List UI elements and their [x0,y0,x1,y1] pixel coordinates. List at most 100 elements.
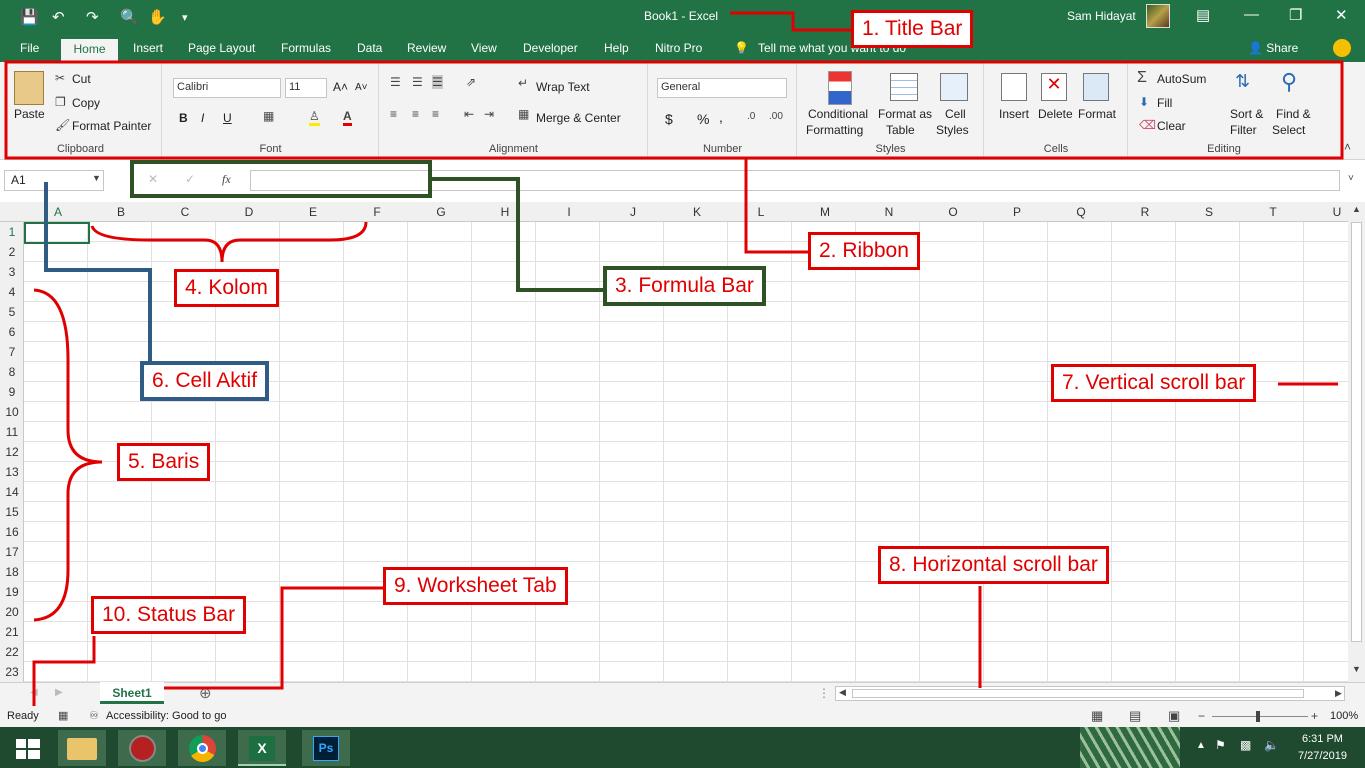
paste-button[interactable]: Paste [14,107,45,121]
autosum-button[interactable]: AutoSum [1157,72,1206,86]
row-header[interactable]: 6 [0,325,24,339]
percent-button[interactable]: % [697,111,709,127]
borders-icon[interactable]: ▦ [263,109,274,123]
row-header[interactable]: 19 [0,585,24,599]
bold-button[interactable]: B [179,111,188,125]
row-header[interactable]: 4 [0,285,24,299]
ribbon-display-icon[interactable]: ▤ [1196,6,1210,24]
row-header[interactable]: 11 [0,425,24,439]
redo-icon[interactable]: ↷ [86,8,99,26]
prev-sheet-icon[interactable]: ◀ [30,687,38,698]
tab-insert[interactable]: Insert [133,41,163,55]
enter-icon[interactable]: ✓ [185,172,195,186]
clear-button[interactable]: Clear [1157,119,1186,133]
column-header[interactable]: U [1327,205,1347,219]
active-cell[interactable] [24,222,90,244]
row-header[interactable]: 17 [0,545,24,559]
vertical-scrollbar[interactable]: ▲ ▼ [1348,202,1365,682]
row-header[interactable]: 23 [0,665,24,679]
column-header[interactable]: L [751,205,771,219]
column-header[interactable]: R [1135,205,1155,219]
name-box[interactable]: A1 [4,170,104,191]
tab-developer[interactable]: Developer [523,41,578,55]
tab-help[interactable]: Help [604,41,629,55]
scroll-left-icon[interactable]: ◀ [839,687,846,698]
name-box-dropdown-icon[interactable]: ▼ [92,173,101,183]
shrink-font-icon[interactable]: A˅ [355,82,368,93]
chrome-icon[interactable] [178,730,226,766]
tab-view[interactable]: View [471,41,497,55]
format-as-table-button[interactable]: Format as [878,107,932,121]
tab-data[interactable]: Data [357,41,382,55]
orientation-icon[interactable]: ⇗ [466,75,476,89]
comma-button[interactable]: , [719,109,723,125]
fill-color-icon[interactable]: ♙ [309,109,320,126]
column-header[interactable]: F [367,205,387,219]
share-button[interactable]: 👤 Share [1248,41,1298,55]
row-header[interactable]: 21 [0,625,24,639]
avatar[interactable] [1146,4,1170,28]
column-header[interactable]: I [559,205,579,219]
conditional-formatting-button[interactable]: Conditional [808,107,868,121]
align-center-icon[interactable]: ≡ [412,107,419,121]
tab-file[interactable]: File [20,41,39,55]
row-header[interactable]: 10 [0,405,24,419]
insert-cells-button[interactable]: Insert [999,107,1029,121]
app-red-icon[interactable] [118,730,166,766]
scroll-right-icon[interactable]: ▶ [1335,688,1342,699]
row-header[interactable]: 9 [0,385,24,399]
row-header[interactable]: 12 [0,445,24,459]
customize-icon[interactable]: ▾ [182,11,188,24]
touch-mode-icon[interactable]: ✋ [148,8,167,26]
column-header[interactable]: C [175,205,195,219]
tab-home[interactable]: Home [61,39,118,63]
increase-indent-icon[interactable]: ⇥ [484,107,494,121]
column-header[interactable]: D [239,205,259,219]
split-handle-icon[interactable]: ⋮ [818,686,830,700]
cut-button[interactable]: Cut [72,72,91,86]
sheet-tab-sheet1[interactable]: Sheet1 [100,682,164,704]
network-icon[interactable]: ▩ [1240,738,1251,752]
column-header[interactable]: M [815,205,835,219]
next-sheet-icon[interactable]: ▶ [55,687,63,698]
column-header[interactable]: P [1007,205,1027,219]
wrap-text-button[interactable]: Wrap Text [536,80,590,94]
format-painter-button[interactable]: Format Painter [72,119,151,133]
zoom-in-icon[interactable]: + [1311,709,1318,723]
row-header[interactable]: 20 [0,605,24,619]
align-right-icon[interactable]: ≡ [432,107,439,121]
column-header[interactable]: E [303,205,323,219]
normal-view-icon[interactable]: ▦ [1091,708,1103,724]
align-left-icon[interactable]: ≡ [390,107,397,121]
insert-function-button[interactable]: fx [222,172,231,187]
row-header[interactable]: 2 [0,245,24,259]
number-format-select[interactable]: General [657,78,787,98]
volume-icon[interactable]: 🔈 [1264,738,1279,752]
decrease-indent-icon[interactable]: ⇤ [464,107,474,121]
undo-icon[interactable]: ↶ [52,8,65,26]
row-header[interactable]: 1 [0,225,24,239]
flag-icon[interactable]: ⚑ [1215,738,1226,752]
delete-cells-button[interactable]: Delete [1038,107,1073,121]
column-header[interactable]: T [1263,205,1283,219]
cell-styles-button[interactable]: Cell [945,107,966,121]
photoshop-icon[interactable]: Ps [302,730,350,766]
macro-record-icon[interactable]: ▦ [58,709,68,722]
tab-formulas[interactable]: Formulas [281,41,331,55]
save-icon[interactable]: 💾 [20,8,39,26]
zoom-slider[interactable] [1212,716,1308,717]
close-icon[interactable]: ✕ [1335,6,1348,24]
zoom-out-icon[interactable]: − [1198,709,1205,723]
vertical-scroll-thumb[interactable] [1351,222,1362,642]
zoom-level[interactable]: 100% [1330,710,1358,722]
italic-button[interactable]: I [201,111,204,125]
column-header[interactable]: N [879,205,899,219]
paste-icon[interactable] [14,71,44,105]
tab-review[interactable]: Review [407,41,446,55]
increase-decimal-icon[interactable]: .0 [747,111,755,122]
collapse-ribbon-icon[interactable]: ˄ [1344,140,1351,154]
print-preview-icon[interactable]: 🔍 [120,8,139,26]
zoom-slider-thumb[interactable] [1256,711,1260,722]
row-header[interactable]: 15 [0,505,24,519]
find-select-button[interactable]: Find & [1276,107,1311,121]
